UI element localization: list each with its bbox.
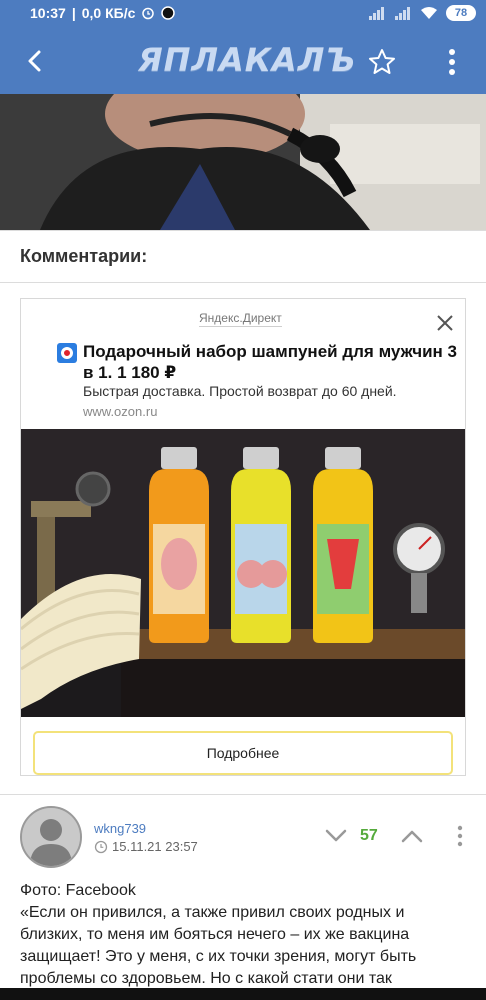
status-bar: 10:37 | 0,0 КБ/с 78 <box>0 0 486 26</box>
comment-username[interactable]: wkng739 <box>94 821 146 836</box>
alarm-icon <box>141 6 155 20</box>
notification-dot-icon <box>161 6 176 20</box>
comment-score: 57 <box>360 827 378 844</box>
ad-source-label[interactable]: Яндекс.Директ <box>199 311 282 327</box>
vote-down-button[interactable] <box>322 822 350 850</box>
avatar[interactable] <box>20 806 82 868</box>
ozon-favicon-icon <box>57 343 77 363</box>
divider <box>0 794 486 795</box>
ad-card[interactable]: Яндекс.Директ Подарочный набор шампуней … <box>20 298 466 776</box>
ad-product-image[interactable] <box>21 429 465 717</box>
comments-heading: Комментарии: <box>20 246 148 266</box>
comment-menu-button[interactable] <box>452 822 468 850</box>
signal-2-icon <box>394 6 412 20</box>
user-silhouette-icon <box>22 808 80 866</box>
back-button[interactable] <box>18 44 52 78</box>
signal-icon <box>368 6 386 20</box>
ad-close-button[interactable] <box>433 311 457 335</box>
ad-title[interactable]: Подарочный набор шампуней для мужчин 3 в… <box>83 341 463 383</box>
chevron-down-icon <box>325 829 347 842</box>
favorite-button[interactable] <box>364 44 400 80</box>
comment-body: Фото: Facebook «Если он привился, а такж… <box>20 880 470 990</box>
ad-domain[interactable]: www.ozon.ru <box>83 404 157 419</box>
battery-indicator: 78 <box>446 5 476 21</box>
comment-timestamp: 15.11.21 23:57 <box>112 839 198 854</box>
comment-line: Фото: Facebook <box>20 882 136 899</box>
app-logo[interactable]: ЯПЛАКАЛЪ <box>138 40 355 80</box>
vote-up-button[interactable] <box>398 822 426 850</box>
chevron-up-icon <box>401 830 423 843</box>
star-icon <box>369 49 395 74</box>
wifi-icon <box>420 6 438 20</box>
comment-line: «Если он привился, а также привил своих … <box>20 904 417 987</box>
status-time: 10:37 <box>30 5 66 21</box>
divider <box>0 230 486 231</box>
ad-description: Быстрая доставка. Простой возврат до 60 … <box>83 383 397 399</box>
clock-icon <box>94 840 108 854</box>
overflow-menu-button[interactable] <box>440 44 464 80</box>
chevron-left-icon <box>28 50 41 72</box>
status-separator: | <box>71 5 76 21</box>
app-bar: ЯПЛАКАЛЪ <box>0 26 486 94</box>
close-icon <box>437 315 453 331</box>
article-photo <box>0 94 486 230</box>
status-network-speed: 0,0 КБ/с <box>81 5 136 21</box>
ad-more-button[interactable]: Подробнее <box>33 731 453 775</box>
system-navigation-bar <box>0 988 486 1000</box>
more-vertical-icon <box>457 825 463 847</box>
more-vertical-icon <box>449 49 455 75</box>
divider <box>0 282 486 283</box>
